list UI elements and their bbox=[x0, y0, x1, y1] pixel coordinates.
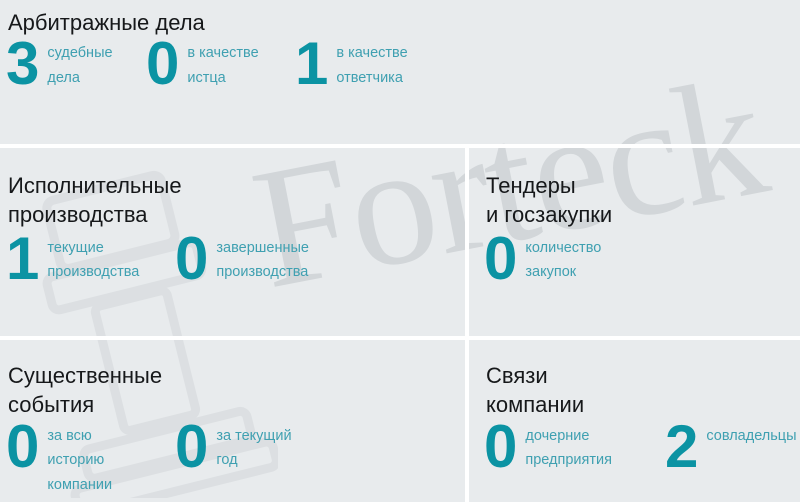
stat-label: в качестве ответчика bbox=[336, 45, 408, 87]
block-arbitration: Арбитражные дела 3 судебные дела 0 в кач… bbox=[0, 0, 800, 144]
block-relations: Связи компании 0 дочерние предприятия 2 … bbox=[469, 340, 800, 502]
stat-completed-proceedings[interactable]: 0 завершенные производства bbox=[175, 228, 309, 288]
block-enforcement: Исполнительные производства 1 текущие пр… bbox=[0, 148, 465, 336]
stat-co-owners[interactable]: 2 совладельцы bbox=[665, 416, 797, 476]
stat-label: судебные дела bbox=[47, 45, 113, 87]
stat-value: 0 bbox=[175, 224, 208, 292]
stat-value: 0 bbox=[6, 412, 39, 480]
stat-value: 0 bbox=[484, 412, 517, 480]
block-events: Существенные события 0 за всю историю ко… bbox=[0, 340, 465, 502]
company-stats-panel: Forteck Арбитражные дела 3 судебные дела… bbox=[0, 0, 800, 502]
stat-value: 0 bbox=[484, 224, 517, 292]
stat-purchases-count[interactable]: 0 количество закупок bbox=[484, 228, 602, 288]
stat-events-all-time[interactable]: 0 за всю историю компании bbox=[6, 416, 175, 499]
block-enforcement-stats: 1 текущие производства 0 завершенные про… bbox=[0, 228, 465, 288]
stat-value: 2 bbox=[665, 412, 698, 480]
block-tenders: Тендеры и госзакупки 0 количество закупо… bbox=[469, 148, 800, 336]
stat-label: количество закупок bbox=[525, 239, 602, 281]
stat-label: текущие производства bbox=[47, 239, 140, 281]
block-events-stats: 0 за всю историю компании 0 за текущий г… bbox=[0, 416, 465, 499]
stat-label: в качестве истца bbox=[187, 45, 259, 87]
stat-value: 1 bbox=[6, 224, 39, 292]
stat-label: за всю историю компании bbox=[47, 427, 113, 494]
block-arbitration-stats: 3 судебные дела 0 в качестве истца 1 в к… bbox=[0, 34, 800, 94]
stat-value: 1 bbox=[295, 30, 328, 98]
stat-value: 0 bbox=[175, 412, 208, 480]
block-enforcement-title: Исполнительные производства bbox=[8, 173, 182, 228]
block-tenders-stats: 0 количество закупок bbox=[469, 228, 800, 288]
block-arbitration-title: Арбитражные дела bbox=[8, 10, 205, 35]
stat-events-current-year[interactable]: 0 за текущий год bbox=[175, 416, 292, 476]
stat-label: дочерние предприятия bbox=[525, 427, 612, 469]
block-tenders-title: Тендеры и госзакупки bbox=[486, 173, 613, 228]
stat-label: за текущий год bbox=[216, 427, 292, 469]
stat-value: 0 bbox=[146, 30, 179, 98]
stat-current-proceedings[interactable]: 1 текущие производства bbox=[6, 228, 175, 288]
block-events-title: Существенные события bbox=[8, 363, 163, 418]
stat-court-cases[interactable]: 3 судебные дела bbox=[6, 34, 146, 94]
stat-label: завершенные производства bbox=[216, 239, 309, 281]
block-relations-stats: 0 дочерние предприятия 2 совладельцы bbox=[469, 416, 800, 476]
stat-as-plaintiff[interactable]: 0 в качестве истца bbox=[146, 34, 295, 94]
stat-subsidiaries[interactable]: 0 дочерние предприятия bbox=[484, 416, 665, 476]
stat-as-defendant[interactable]: 1 в качестве ответчика bbox=[295, 34, 408, 94]
stat-label: совладельцы bbox=[706, 427, 797, 444]
stat-value: 3 bbox=[6, 30, 39, 98]
block-relations-title: Связи компании bbox=[486, 363, 585, 418]
